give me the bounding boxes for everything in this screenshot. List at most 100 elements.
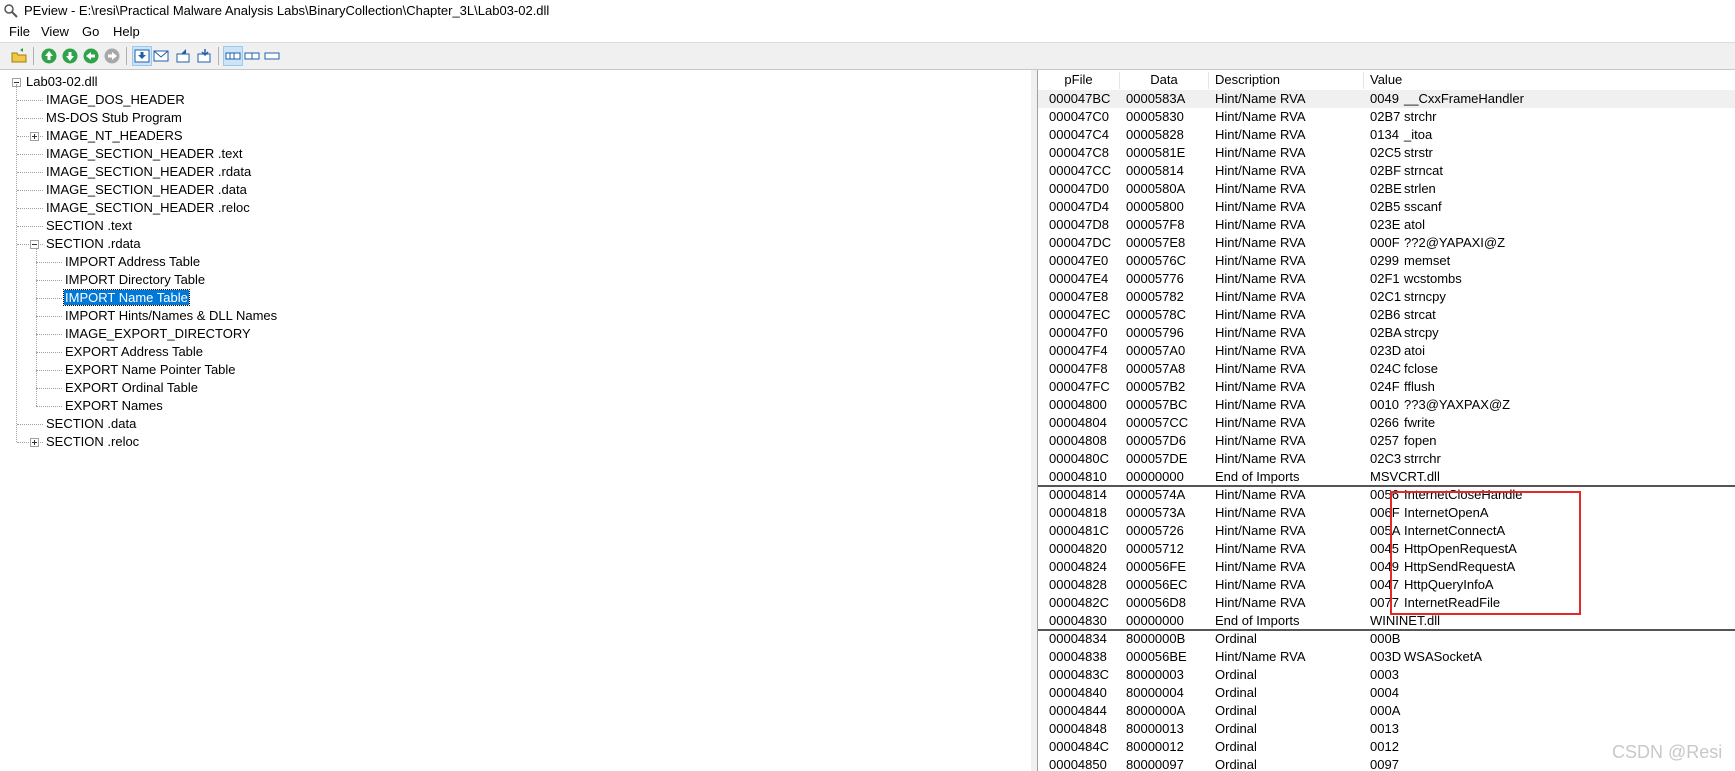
cell-data: 00005800 — [1126, 199, 1184, 214]
cell-pfile: 000047EC — [1049, 307, 1111, 322]
column-data[interactable]: Data — [1120, 72, 1209, 89]
layout-3-icon[interactable] — [263, 47, 281, 65]
cell-description: Hint/Name RVA — [1215, 433, 1306, 448]
tree-item[interactable]: IMPORT Address Table — [64, 253, 201, 270]
table-row[interactable]: 00004848 80000013 Ordinal 0013 — [1038, 720, 1735, 738]
tree-pane[interactable]: Lab03-02.dll IMAGE_DOS_HEADER MS-DOS Stub… — [0, 70, 1032, 771]
tree-item[interactable]: SECTION .data — [45, 415, 137, 432]
table-row[interactable]: 00004830 00000000 End of Imports WININET.dl… — [1038, 612, 1735, 630]
table-row[interactable]: 00004838 000056BE Hint/Name RVA 003D WSASock… — [1038, 648, 1735, 666]
table-row[interactable]: 000047C8 0000581E Hint/Name RVA 02C5 strstr — [1038, 144, 1735, 162]
tree-item[interactable]: EXPORT Address Table — [64, 343, 204, 360]
cell-pfile: 00004818 — [1049, 505, 1107, 520]
table-row[interactable]: 00004818 0000573A Hint/Name RVA 006F Interne… — [1038, 504, 1735, 522]
up-arrow-icon[interactable] — [40, 47, 58, 65]
peview-icon — [3, 3, 19, 19]
table-row[interactable]: 000047E0 0000576C Hint/Name RVA 0299 memset — [1038, 252, 1735, 270]
down-arrow-icon[interactable] — [61, 47, 79, 65]
forward-arrow-icon[interactable] — [103, 47, 121, 65]
layout-1-icon[interactable] — [223, 46, 243, 66]
table-row[interactable]: 000047FC 000057B2 Hint/Name RVA 024F fflush — [1038, 378, 1735, 396]
table-row[interactable]: 000047D0 0000580A Hint/Name RVA 02BE strlen — [1038, 180, 1735, 198]
tree-item[interactable]: IMPORT Directory Table — [64, 271, 206, 288]
view-export-icon[interactable] — [196, 47, 214, 65]
tree-item[interactable]: IMAGE_SECTION_HEADER .text — [45, 145, 244, 162]
tree-item[interactable]: IMAGE_SECTION_HEADER .data — [45, 181, 248, 198]
tree-item[interactable]: EXPORT Name Pointer Table — [64, 361, 237, 378]
tree-expander-icon[interactable] — [30, 438, 39, 447]
menu-go[interactable]: Go — [82, 24, 99, 39]
column-description[interactable]: Description — [1209, 72, 1364, 89]
open-folder-icon[interactable] — [10, 47, 28, 65]
tree-item-label: IMPORT Hints/Names & DLL Names — [65, 308, 278, 323]
tree-item[interactable]: IMAGE_EXPORT_DIRECTORY — [64, 325, 252, 342]
table-row[interactable]: 000047F4 000057A0 Hint/Name RVA 023D atoi — [1038, 342, 1735, 360]
menu-file[interactable]: File — [9, 24, 30, 39]
tree-item[interactable]: IMAGE_SECTION_HEADER .reloc — [45, 199, 251, 216]
tree-item[interactable]: SECTION .rdata — [45, 235, 142, 252]
tree-item[interactable]: MS-DOS Stub Program — [45, 109, 183, 126]
tree-root[interactable]: Lab03-02.dll — [25, 73, 99, 90]
table-row[interactable]: 0000482C 000056D8 Hint/Name RVA 0077 Interne… — [1038, 594, 1735, 612]
table-row[interactable]: 0000480C 000057DE Hint/Name RVA 02C3 strrchr — [1038, 450, 1735, 468]
table-row[interactable]: 00004804 000057CC Hint/Name RVA 0266 fwrite — [1038, 414, 1735, 432]
column-value[interactable]: Value — [1364, 72, 1735, 89]
cell-hint: 0257 — [1370, 433, 1399, 448]
cell-data: 000056EC — [1126, 577, 1188, 592]
tree-item[interactable]: IMAGE_DOS_HEADER — [45, 91, 186, 108]
view-email-icon[interactable] — [152, 47, 170, 65]
table-row[interactable]: 0000483C 80000003 Ordinal 0003 — [1038, 666, 1735, 684]
tree-item[interactable]: IMPORT Name Table — [63, 289, 190, 306]
cell-data: 000057A8 — [1126, 361, 1186, 376]
table-row[interactable]: 000047EC 0000578C Hint/Name RVA 02B6 strcat — [1038, 306, 1735, 324]
table-row[interactable]: 000047F0 00005796 Hint/Name RVA 02BA strcpy — [1038, 324, 1735, 342]
table-row[interactable]: 00004808 000057D6 Hint/Name RVA 0257 fopen — [1038, 432, 1735, 450]
cell-name: InternetReadFile — [1404, 595, 1501, 610]
table-row[interactable]: 000047C0 00005830 Hint/Name RVA 02B7 strchr — [1038, 108, 1735, 126]
table-row[interactable]: 000047F8 000057A8 Hint/Name RVA 024C fclose — [1038, 360, 1735, 378]
tree-item[interactable]: SECTION .text — [45, 217, 133, 234]
table-row[interactable]: 000047D4 00005800 Hint/Name RVA 02B5 sscanf — [1038, 198, 1735, 216]
table-row[interactable]: 00004820 00005712 Hint/Name RVA 0045 HttpOpe… — [1038, 540, 1735, 558]
table-row[interactable]: 00004844 8000000A Ordinal 000A — [1038, 702, 1735, 720]
view-down-icon[interactable] — [132, 46, 152, 66]
menu-view[interactable]: View — [41, 24, 69, 39]
tree-item[interactable]: IMAGE_SECTION_HEADER .rdata — [45, 163, 252, 180]
tree-item[interactable]: IMPORT Hints/Names & DLL Names — [64, 307, 278, 324]
table-row[interactable]: 00004800 000057BC Hint/Name RVA 0010 ??3@YAX… — [1038, 396, 1735, 414]
table-row[interactable]: 000047E8 00005782 Hint/Name RVA 02C1 strncpy — [1038, 288, 1735, 306]
table-row[interactable]: 00004814 0000574A Hint/Name RVA 0056 Interne… — [1038, 486, 1735, 504]
tree-item[interactable]: EXPORT Ordinal Table — [64, 379, 199, 396]
layout-2-icon[interactable] — [243, 47, 261, 65]
table-row[interactable]: 00004834 8000000B Ordinal 000B — [1038, 630, 1735, 648]
table-row[interactable]: 00004810 00000000 End of Imports MSVCRT.dll — [1038, 468, 1735, 486]
details-pane[interactable]: pFile Data Description Value 000047BC 000… — [1038, 70, 1735, 771]
tree-item[interactable]: SECTION .reloc — [45, 433, 140, 450]
back-arrow-icon[interactable] — [82, 47, 100, 65]
tree-item[interactable]: EXPORT Names — [64, 397, 164, 414]
tree-expander-icon[interactable] — [30, 240, 39, 249]
tree-item[interactable]: IMAGE_NT_HEADERS — [45, 127, 184, 144]
table-row[interactable]: 000047C4 00005828 Hint/Name RVA 0134 _itoa — [1038, 126, 1735, 144]
table-row[interactable]: 000047CC 00005814 Hint/Name RVA 02BF strncat — [1038, 162, 1735, 180]
table-row[interactable]: 00004824 000056FE Hint/Name RVA 0049 HttpSen… — [1038, 558, 1735, 576]
cell-description: Hint/Name RVA — [1215, 415, 1306, 430]
view-import-icon[interactable] — [175, 47, 193, 65]
cell-data: 000056FE — [1126, 559, 1186, 574]
cell-pfile: 000047D0 — [1049, 181, 1109, 196]
table-row[interactable]: 00004828 000056EC Hint/Name RVA 0047 HttpQue… — [1038, 576, 1735, 594]
cell-description: Ordinal — [1215, 685, 1257, 700]
cell-hint: 0004 — [1370, 685, 1399, 700]
cell-data: 00005828 — [1126, 127, 1184, 142]
pane-splitter[interactable] — [1031, 70, 1038, 771]
table-row[interactable]: 000047D8 000057F8 Hint/Name RVA 023E atol — [1038, 216, 1735, 234]
table-row[interactable]: 000047E4 00005776 Hint/Name RVA 02F1 wcstomb… — [1038, 270, 1735, 288]
column-pfile[interactable]: pFile — [1038, 72, 1120, 89]
table-row[interactable]: 00004840 80000004 Ordinal 0004 — [1038, 684, 1735, 702]
table-row[interactable]: 0000481C 00005726 Hint/Name RVA 005A Interne… — [1038, 522, 1735, 540]
table-row[interactable]: 000047DC 000057E8 Hint/Name RVA 000F ??2@YAP… — [1038, 234, 1735, 252]
cell-pfile: 000047C8 — [1049, 145, 1109, 160]
tree-expander-icon[interactable] — [30, 132, 39, 141]
table-row[interactable]: 000047BC 0000583A Hint/Name RVA 0049 __CxxFr… — [1038, 90, 1735, 108]
menu-help[interactable]: Help — [113, 24, 140, 39]
